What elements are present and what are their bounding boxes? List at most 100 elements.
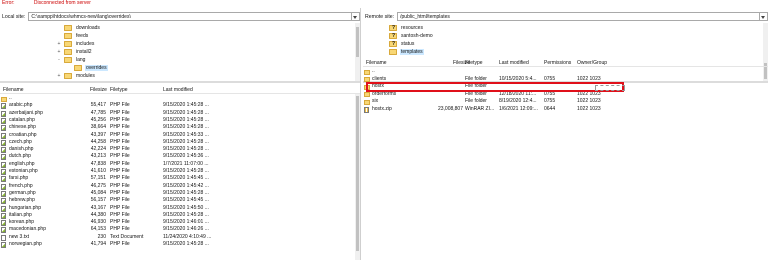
table-row[interactable]: croatian.php 43,397 PHP File 9/15/2020 1:45… (0, 132, 360, 139)
scrollbar-thumb[interactable] (356, 27, 359, 57)
local-tree-scrollbar[interactable] (355, 23, 360, 81)
expand-icon[interactable]: + (56, 49, 62, 55)
highlight-box (366, 82, 624, 92)
table-row[interactable]: english.php 47,838 PHP File 1/7/2021 11:07:… (0, 161, 360, 168)
tree-item-overrides[interactable]: overrides (66, 64, 108, 72)
table-row[interactable]: norwegian.php 41,794 PHP File 9/15/2020 1:4… (0, 241, 360, 248)
table-row[interactable]: czech.php 44,258 PHP File 9/15/2020 1:45:28… (0, 139, 360, 146)
column-header-owner-group[interactable]: Owner/Group (577, 60, 607, 66)
file-size: 46,275 (90, 182, 106, 189)
remote-path-input[interactable]: /public_html/templates (397, 12, 760, 21)
php-file-icon (1, 139, 6, 146)
table-row[interactable]: hostx.zip 23,008,807 WinRAR ZI... 1/6/2021 … (363, 106, 768, 113)
file-permissions: 0644 (544, 105, 556, 112)
tree-item-modules[interactable]: + modules (56, 72, 96, 80)
table-row[interactable]: .. (363, 68, 768, 75)
file-type: PHP File (110, 116, 130, 123)
file-type: PHP File (110, 219, 130, 226)
file-name: norwegian.php (9, 241, 42, 247)
tree-item-install2[interactable]: + install2 (56, 48, 93, 56)
table-row[interactable]: hungarian.php 43,167 PHP File 9/15/2020 1:4… (0, 205, 360, 212)
tree-item-feeds[interactable]: feeds (56, 32, 89, 40)
column-header-filetype[interactable]: Filetype (465, 60, 483, 66)
file-type: WinRAR ZI... (465, 105, 495, 112)
table-row[interactable]: macedonian.php 64,153 PHP File 9/15/2020 1:… (0, 226, 360, 234)
expand-icon[interactable]: + (56, 73, 62, 79)
column-header-last-modified[interactable]: Last modified (163, 87, 193, 93)
expand-icon[interactable] (56, 25, 62, 31)
table-row[interactable]: catalan.php 45,256 PHP File 9/15/2020 1:45:… (0, 117, 360, 124)
tree-item-status[interactable]: status (389, 40, 415, 48)
file-name: hebrew.php (9, 197, 35, 204)
file-name: korean.php (9, 219, 35, 226)
tree-item-lang[interactable]: - lang (56, 56, 86, 64)
php-file-icon (1, 198, 6, 205)
file-name: estonian.php (9, 168, 38, 174)
file-size: 57,151 (90, 175, 106, 182)
file-size: 43,167 (90, 204, 106, 211)
file-name: german.php (9, 189, 36, 196)
table-row[interactable]: six File folder 8/19/2020 12:4... 0755 1022 … (363, 98, 768, 105)
local-list-scrollbar[interactable] (355, 94, 360, 260)
rename-edit-box[interactable] (595, 85, 625, 91)
local-directory-tree: downloads feeds + includes + install2 - … (0, 23, 360, 83)
column-header-last-modified[interactable]: Last modified (499, 60, 529, 66)
file-modified: 9/15/2020 1:45:50 ... (163, 204, 209, 211)
table-row[interactable]: estonian.php 41,610 PHP File 9/15/2020 1:45… (0, 168, 360, 175)
tree-item-templates[interactable]: templates (389, 48, 424, 56)
file-type: File folder (465, 98, 487, 104)
table-row[interactable]: korean.php 46,930 PHP File 9/15/2020 1:46:0… (0, 219, 360, 227)
column-header-permissions[interactable]: Permissions (544, 60, 571, 66)
table-row[interactable]: new 3.txt 230 Text Document 11/24/2020 4:10… (0, 234, 360, 241)
file-name: english.php (9, 160, 35, 167)
file-modified: 9/15/2020 1:45:45 ... (163, 197, 209, 204)
status-label: Error: (2, 0, 15, 6)
column-header-filesize[interactable]: Filesize (90, 87, 107, 93)
file-modified: 9/15/2020 1:46:01 ... (163, 219, 209, 226)
table-row[interactable]: italian.php 44,380 PHP File 9/15/2020 1:45:… (0, 212, 360, 219)
file-modified: 9/15/2020 1:45:42 ... (163, 182, 209, 189)
table-row[interactable]: french.php 46,275 PHP File 9/15/2020 1:45:4… (0, 183, 360, 190)
table-row[interactable]: arabic.php 55,417 PHP File 9/15/2020 1:45:2… (0, 102, 360, 110)
table-row[interactable]: .. (0, 95, 360, 102)
php-file-icon (1, 242, 6, 248)
column-header-filetype[interactable]: Filetype (110, 87, 128, 93)
tree-item-includes[interactable]: + includes (56, 40, 95, 48)
folder-icon (64, 33, 72, 39)
table-row[interactable]: dutch.php 43,213 PHP File 9/15/2020 1:45:36… (0, 153, 360, 161)
zip-file-icon (364, 106, 369, 113)
local-path-input[interactable]: C:\xampp\htdocs\whmcs-new\lang\overrides… (28, 12, 352, 21)
file-size: 46,930 (90, 219, 106, 226)
file-type: PHP File (110, 197, 130, 204)
tree-item-downloads[interactable]: downloads (56, 24, 101, 32)
local-path-dropdown-icon[interactable] (352, 12, 360, 21)
tree-item-santosh-demo[interactable]: santosh-demo (389, 32, 434, 40)
column-header-filename[interactable]: Filename (366, 60, 387, 66)
tree-item-label: status (401, 41, 415, 47)
local-site-bar: Local site: C:\xampp\htdocs\whmcs-new\la… (0, 11, 360, 22)
collapse-icon[interactable]: - (56, 57, 62, 63)
table-row[interactable]: hebrew.php 56,157 PHP File 9/15/2020 1:45:4… (0, 197, 360, 205)
table-row[interactable]: german.php 45,084 PHP File 9/15/2020 1:45:2… (0, 190, 360, 197)
file-modified: 9/15/2020 1:45:28 ... (163, 116, 209, 123)
tree-item-label: resources (401, 25, 423, 31)
local-pane: Local site: C:\xampp\htdocs\whmcs-new\la… (0, 8, 361, 260)
file-name: arabic.php (9, 102, 33, 109)
file-name: catalan.php (9, 116, 35, 123)
file-name: .. (9, 95, 12, 101)
table-row[interactable]: azerbaijani.php 47,785 PHP File 9/15/2020 1… (0, 110, 360, 117)
local-file-list: Filename Filesize Filetype Last modified… (0, 85, 360, 260)
remote-site-label: Remote site: (365, 13, 395, 20)
remote-site-bar: Remote site: /public_html/templates (363, 11, 768, 22)
file-permissions: 0755 (544, 98, 556, 104)
expand-icon[interactable]: + (56, 41, 62, 47)
file-size: 47,838 (90, 160, 106, 167)
expand-icon[interactable] (56, 33, 62, 39)
table-row[interactable]: chinese.php 38,664 PHP File 9/15/2020 1:45:… (0, 124, 360, 132)
scrollbar-thumb[interactable] (356, 96, 359, 251)
column-header-filename[interactable]: Filename (3, 87, 24, 93)
tree-item-resources[interactable]: resources (389, 24, 424, 32)
remote-path-dropdown-icon[interactable] (760, 12, 768, 21)
table-row[interactable]: danish.php 42,224 PHP File 9/15/2020 1:45:2… (0, 146, 360, 154)
table-row[interactable]: farsi.php 57,151 PHP File 9/15/2020 1:45:45… (0, 175, 360, 183)
